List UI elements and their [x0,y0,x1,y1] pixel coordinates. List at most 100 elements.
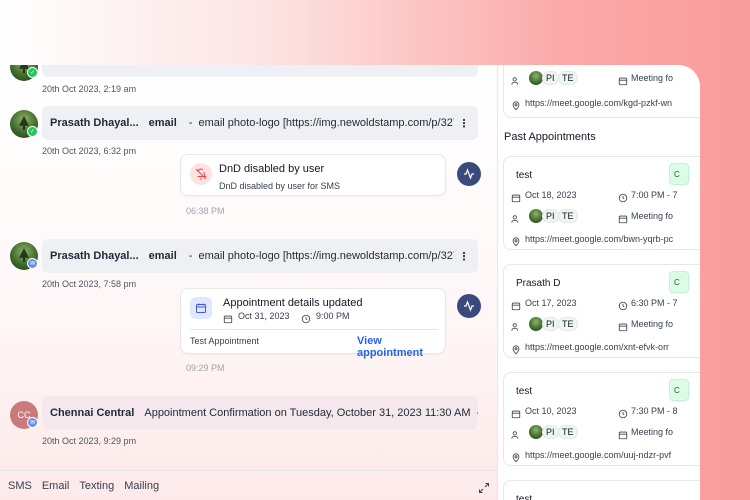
attendee-initials: PI [542,209,559,223]
users-icon [511,73,521,85]
attendee-initials: TE [558,425,578,439]
meeting-label: Meeting fo [631,427,674,437]
calendar-icon [618,319,628,332]
calendar-icon [618,211,628,224]
users-icon [511,211,521,223]
attendee-initials: TE [558,317,578,331]
appointment-name: test [516,170,533,181]
location-icon [511,234,521,247]
separator: - [476,407,478,419]
event-time-of-day: 9:00 PM [316,311,350,321]
past-appointment-card[interactable]: test [503,480,700,500]
past-appointment-card[interactable]: test C Oct 18, 2023 7:00 PM - 7 PI TE Me… [503,156,700,250]
appointment-time: 6:30 PM - 7 [631,298,678,308]
status-badge: C [669,379,689,401]
message-sender: Chennai Central [50,407,135,419]
more-options-icon[interactable]: ⋮ [458,250,470,263]
event-time: 09:29 PM [186,363,225,373]
appointment-time: 7:00 PM - 7 [631,190,678,200]
tab-email[interactable]: Email [42,480,70,492]
location-icon [511,342,521,355]
meeting-link[interactable]: https://meet.google.com/xnt-efvk-orr [525,342,669,352]
calendar-icon [511,406,521,419]
message-bubble[interactable] [42,65,478,77]
message-preview: Appointment Confirmation on Tuesday, Oct… [144,407,471,419]
message-timestamp: 20th Oct 2023, 7:58 pm [42,279,137,289]
clock-icon [301,311,311,324]
message-timestamp: 20th Oct 2023, 2:19 am [42,84,137,94]
activity-icon [457,162,481,186]
calendar-icon [618,427,628,440]
event-title: DnD disabled by user [219,163,325,175]
users-icon [511,319,521,331]
clock-icon [618,406,628,419]
attendee-avatar [529,71,543,85]
message-timestamp: 20th Oct 2023, 6:32 pm [42,146,137,156]
users-icon [511,427,521,439]
meeting-link[interactable]: https://meet.google.com/bwn-yqrb-pc [525,234,673,244]
meeting-link[interactable]: https://meet.google.com/uuj-ndzr-pvf [525,450,671,460]
location-icon [511,98,521,111]
attendee-initials: TE [558,209,578,223]
email-channel-icon: ✓ [27,126,38,137]
email-channel-icon: ✉ [27,258,38,269]
composer-tabs: SMS Email Texting Mailing [0,470,498,500]
message-bubble[interactable]: Prasath Dhayal... email - email photo-lo… [42,239,478,273]
view-appointment-link[interactable]: View appointment [357,335,445,359]
calendar-icon [511,190,521,203]
activity-icon [457,294,481,318]
message-sender: Prasath Dhayal... [50,250,139,262]
attendee-avatar [529,317,543,331]
event-title: Appointment details updated [223,297,363,309]
sms-channel-icon: ✓ [27,67,38,78]
message-channel: email [148,117,177,129]
event-subtitle: DnD disabled by user for SMS [219,181,341,191]
appointment-date: Oct 10, 2023 [525,406,577,416]
meeting-link[interactable]: https://meet.google.com/kgd-pzkf-wn [525,98,672,108]
attendee-initials: PI [542,317,559,331]
message-bubble[interactable]: Chennai Central Appointment Confirmation… [42,396,478,430]
attendee-initials: PI [542,71,559,85]
calendar-icon [618,73,628,86]
status-badge: C [669,163,689,185]
expand-icon[interactable] [478,481,490,499]
tab-sms[interactable]: SMS [8,480,32,492]
app-window: ✓ 20th Oct 2023, 2:19 am ✓ Prasath Dhaya… [0,65,700,500]
conversation-pane: ✓ 20th Oct 2023, 2:19 am ✓ Prasath Dhaya… [0,65,498,500]
message-timestamp: 20th Oct 2023, 9:29 pm [42,436,137,446]
appointment-name: Prasath D [516,278,561,289]
appointment-name: test [516,386,533,397]
appointment-date: Oct 17, 2023 [525,298,577,308]
clock-icon [618,190,628,203]
message-preview: email photo-logo [https://img.newoldstam… [198,117,454,129]
appointment-date: Oct 18, 2023 [525,190,577,200]
event-time: 06:38 PM [186,206,225,216]
email-channel-icon: ✉ [27,417,38,428]
calendar-icon [511,298,521,311]
bell-off-icon [190,163,212,185]
appointment-updated-card: Appointment details updated Oct 31, 2023… [180,288,446,359]
separator: - [188,117,193,129]
message-sender: Prasath Dhayal... [50,117,139,129]
location-icon [511,450,521,463]
tab-texting[interactable]: Texting [79,480,114,492]
separator: - [188,250,193,262]
tab-mailing[interactable]: Mailing [124,480,159,492]
past-appointment-card[interactable]: Prasath D C Oct 17, 2023 6:30 PM - 7 PI … [503,264,700,358]
message-preview: email photo-logo [https://img.newoldstam… [198,250,454,262]
meeting-label: Meeting fo [631,73,674,83]
attendee-initials: PI [542,425,559,439]
message-bubble[interactable]: Prasath Dhayal... email - email photo-lo… [42,106,478,140]
upcoming-appointment-card[interactable]: PI TE Meeting fo https://meet.google.com… [503,65,700,118]
more-options-icon[interactable]: ⋮ [458,117,470,130]
status-badge: C [669,271,689,293]
meeting-label: Meeting fo [631,319,674,329]
attendee-avatar [529,425,543,439]
message-channel: email [148,250,177,262]
attendee-avatar [529,209,543,223]
past-appointments-title: Past Appointments [504,131,596,143]
dnd-event-card: DnD disabled by user DnD disabled by use… [180,154,446,196]
calendar-icon [223,311,233,324]
past-appointment-card[interactable]: test C Oct 10, 2023 7:30 PM - 8 PI TE Me… [503,372,700,466]
divider [190,329,438,330]
